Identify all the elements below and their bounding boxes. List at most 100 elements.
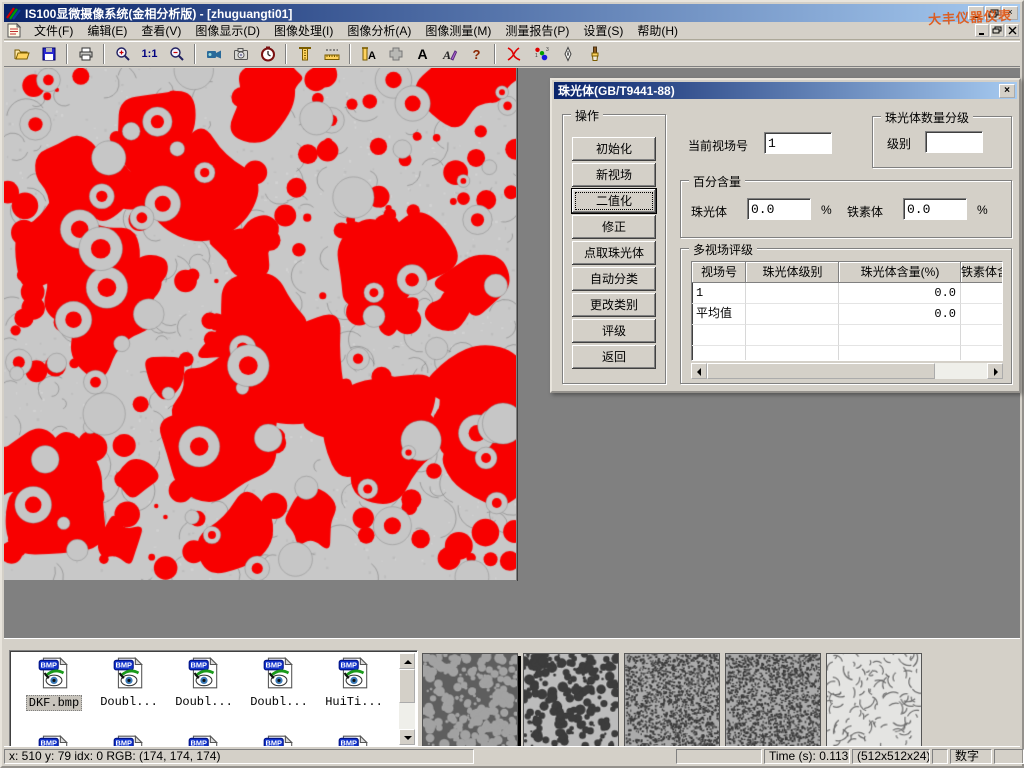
init-button[interactable]: 初始化: [572, 137, 656, 161]
pick-pearlite-button[interactable]: 点取珠光体: [572, 241, 656, 265]
merge-grid-button[interactable]: [383, 42, 408, 66]
open-file-button[interactable]: [9, 42, 34, 66]
scroll-left-button[interactable]: [691, 363, 707, 379]
col-pearlite-grade[interactable]: 珠光体级别: [746, 262, 839, 283]
return-button[interactable]: 返回: [572, 345, 656, 369]
col-ferrite-content[interactable]: 铁素体含量(%): [961, 262, 1003, 283]
file-item[interactable]: BMP HuiTi...: [318, 655, 390, 709]
thumbnail-3[interactable]: [624, 653, 720, 747]
menu-edit[interactable]: 编辑(E): [80, 21, 134, 40]
ferrite-percent-sign: %: [977, 203, 988, 217]
menu-image-analysis[interactable]: 图像分析(A): [340, 21, 418, 40]
current-field-input[interactable]: [764, 132, 832, 154]
brush-button[interactable]: [582, 42, 607, 66]
file-name[interactable]: Doubl...: [248, 695, 310, 709]
dialog-title: 珠光体(GB/T9441-88): [558, 82, 675, 99]
rating-group-label: 多视场评级: [689, 241, 757, 258]
svg-text:BMP: BMP: [115, 661, 132, 670]
zoom-out-button[interactable]: [164, 42, 189, 66]
spline-curve-button[interactable]: [501, 42, 526, 66]
file-name[interactable]: DKF.bmp: [26, 695, 82, 711]
menu-image-processing[interactable]: 图像处理(I): [267, 21, 340, 40]
measure-text-button[interactable]: A: [356, 42, 381, 66]
pearlite-percent-sign: %: [821, 203, 832, 217]
menu-measure-report[interactable]: 测量报告(P): [498, 21, 576, 40]
col-field-number[interactable]: 视场号: [692, 262, 746, 283]
scroll-down-button[interactable]: [399, 729, 415, 745]
caliper-button[interactable]: [292, 42, 317, 66]
toolbar-separator: [194, 44, 196, 64]
scroll-right-button[interactable]: [987, 363, 1003, 379]
pearlite-dialog: 珠光体(GB/T9441-88) × 操作 初始化 新视场 二值化 修正 点取珠…: [550, 78, 1021, 393]
svg-text:BMP: BMP: [340, 661, 357, 670]
thumbnail-5[interactable]: [826, 653, 922, 747]
print-button[interactable]: [73, 42, 98, 66]
ruler-button[interactable]: [319, 42, 344, 66]
zoom-in-button[interactable]: [110, 42, 135, 66]
mdi-minimize-button[interactable]: [975, 24, 989, 37]
change-class-button[interactable]: 更改类别: [572, 293, 656, 317]
specimen-image[interactable]: [4, 68, 516, 580]
text-button[interactable]: A: [410, 42, 435, 66]
mdi-restore-button[interactable]: [990, 24, 1004, 37]
binarize-button[interactable]: 二值化: [572, 189, 656, 213]
menu-settings[interactable]: 设置(S): [576, 21, 630, 40]
grade-button[interactable]: 评级: [572, 319, 656, 343]
percent-group-label: 百分含量: [689, 173, 745, 190]
table-row[interactable]: 平均值 0.0: [692, 304, 1002, 325]
menu-image-display[interactable]: 图像显示(D): [188, 21, 267, 40]
menu-view[interactable]: 查看(V): [134, 21, 188, 40]
status-image-size: (512x512x24): [852, 749, 930, 764]
col-pearlite-content[interactable]: 珠光体含量(%): [839, 262, 961, 283]
classify-points-button[interactable]: 13: [528, 42, 553, 66]
status-time: Time (s): 0.113: [764, 749, 850, 764]
menu-help[interactable]: 帮助(H): [630, 21, 685, 40]
file-item[interactable]: BMP Doubl...: [243, 655, 315, 709]
cell-ferrite-content: [961, 304, 1003, 325]
table-horizontal-scrollbar[interactable]: [691, 363, 1003, 379]
timer-button[interactable]: [255, 42, 280, 66]
scroll-up-button[interactable]: [399, 653, 415, 669]
annotate-button[interactable]: A: [437, 42, 462, 66]
dialog-close-button[interactable]: ×: [999, 84, 1015, 98]
file-item[interactable]: BMP DKF.bmp: [18, 655, 90, 711]
cell-pearlite-content: 0.0: [839, 304, 961, 325]
file-list-scrollbar[interactable]: [399, 653, 415, 745]
file-list[interactable]: BMP DKF.bmp BMP Doubl... BMP Doubl... BM…: [9, 650, 418, 748]
menu-image-measure[interactable]: 图像测量(M): [418, 21, 498, 40]
mdi-close-button[interactable]: [1005, 24, 1019, 37]
cell-field-number: 1: [692, 283, 746, 304]
scroll-thumb[interactable]: [707, 363, 935, 379]
actual-size-button[interactable]: 1:1: [137, 42, 162, 66]
file-name[interactable]: HuiTi...: [323, 695, 385, 709]
capture-button[interactable]: [228, 42, 253, 66]
cursor-info: x: 510 y: 79 idx: 0 RGB: (174, 174, 174): [4, 749, 474, 764]
file-item[interactable]: BMP Doubl...: [168, 655, 240, 709]
menu-file[interactable]: 文件(F): [27, 21, 80, 40]
scroll-thumb[interactable]: [399, 669, 415, 703]
table-header-row: 视场号 珠光体级别 珠光体含量(%) 铁素体含量(%): [692, 262, 1002, 283]
new-field-button[interactable]: 新视场: [572, 163, 656, 187]
correct-button[interactable]: 修正: [572, 215, 656, 239]
help-button[interactable]: ?: [464, 42, 489, 66]
pearlite-percent-input[interactable]: [747, 198, 811, 220]
operations-group: 操作 初始化 新视场 二值化 修正 点取珠光体 自动分类 更改类别 评级 返回: [562, 114, 666, 384]
help-icon: ?: [473, 47, 481, 62]
file-name[interactable]: Doubl...: [173, 695, 235, 709]
auto-classify-button[interactable]: 自动分类: [572, 267, 656, 291]
file-item[interactable]: BMP Doubl...: [93, 655, 165, 709]
file-name[interactable]: Doubl...: [98, 695, 160, 709]
grade-input[interactable]: [925, 131, 983, 153]
pen-button[interactable]: [555, 42, 580, 66]
thumbnail-1[interactable]: [422, 653, 518, 747]
thumbnail-4[interactable]: [725, 653, 821, 747]
save-button[interactable]: [36, 42, 61, 66]
video-camera-button[interactable]: [201, 42, 226, 66]
thumbnail-2[interactable]: [523, 653, 619, 747]
rating-table[interactable]: 视场号 珠光体级别 珠光体含量(%) 铁素体含量(%) 1 0.0 平均值: [691, 261, 1003, 361]
ferrite-percent-input[interactable]: [903, 198, 967, 220]
dialog-title-bar[interactable]: 珠光体(GB/T9441-88) ×: [554, 82, 1017, 99]
app-icon: [6, 6, 22, 20]
cell-field-number: 平均值: [692, 304, 746, 325]
table-row[interactable]: 1 0.0: [692, 283, 1002, 304]
